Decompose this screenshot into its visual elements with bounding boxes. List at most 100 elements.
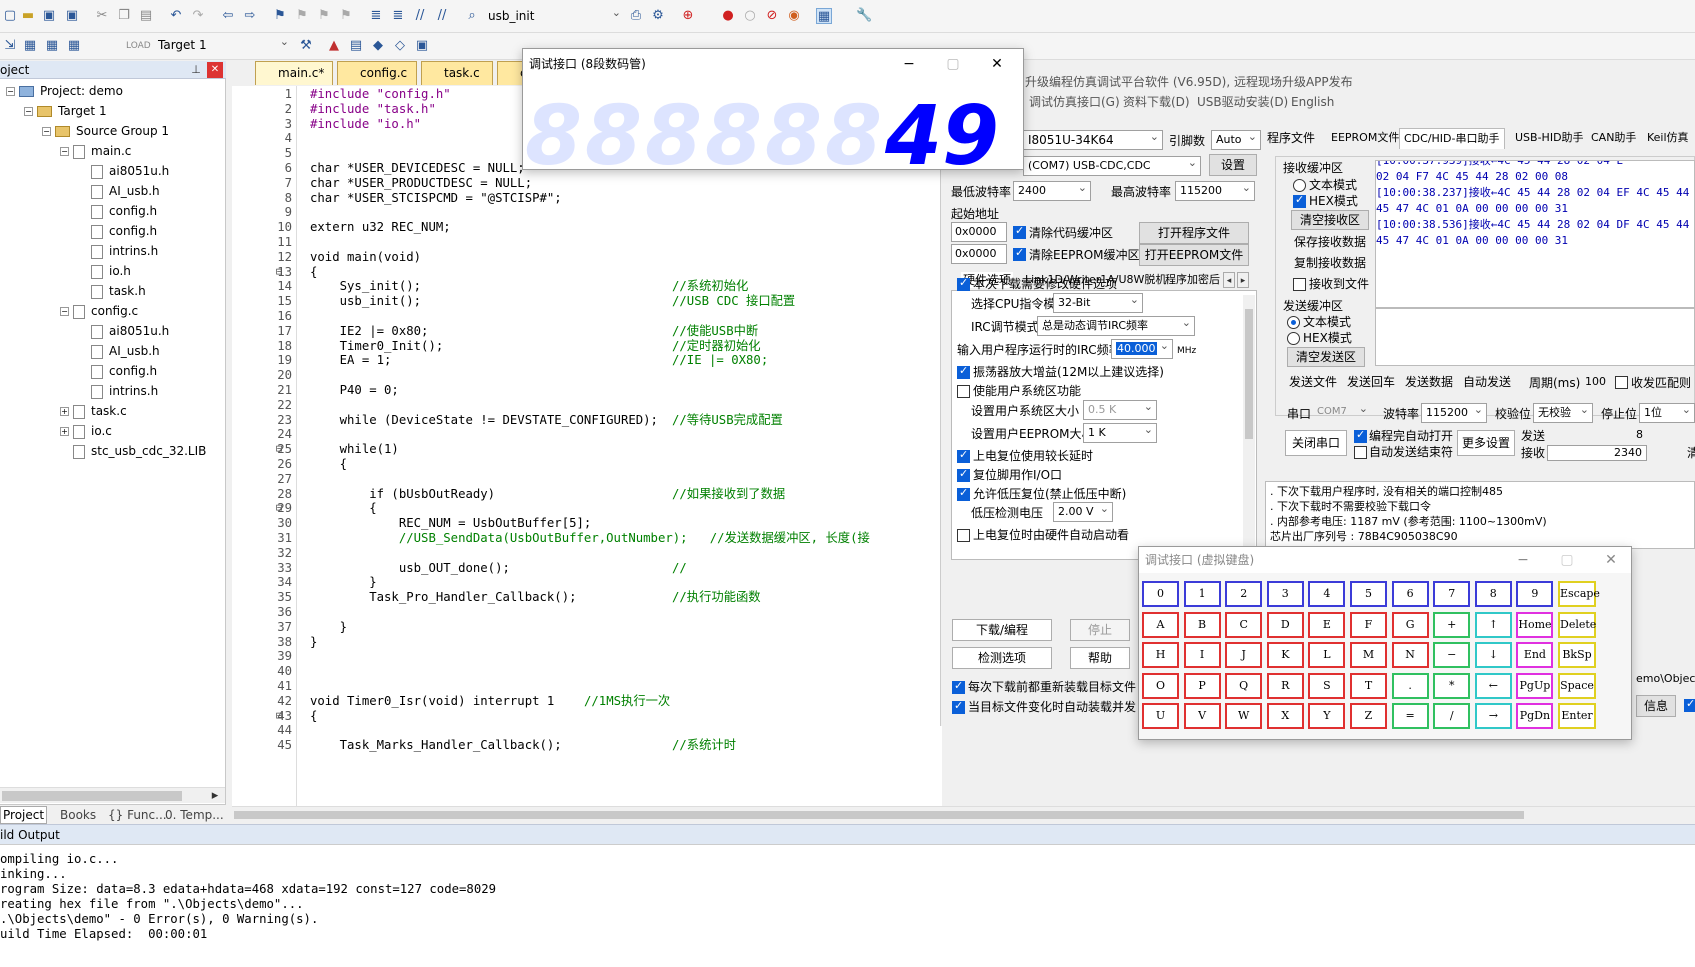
clear-eeprom-checkbox[interactable] [1013,246,1026,261]
copy-icon[interactable]: ❐ [116,8,132,24]
auto-send-button[interactable]: 自动发送 [1459,372,1515,394]
breakpoint-kill-icon[interactable]: ⊘ [764,8,780,24]
help-button[interactable]: 帮助 [1070,647,1130,669]
key-button[interactable]: 9 [1516,581,1554,607]
pin-combo[interactable]: Auto [1211,130,1261,150]
low-volt-reset-checkbox[interactable] [957,486,970,501]
key-button[interactable]: * [1433,672,1471,699]
key-button[interactable]: 7 [1433,581,1471,607]
target-options-icon[interactable]: ⚒ [298,38,314,54]
tree-item[interactable]: ai8051u.h [78,162,169,181]
addr-input-2[interactable]: 0x0000 [951,244,1007,264]
breakpoint-all-icon[interactable]: ◉ [786,8,802,24]
key-button[interactable]: Z [1350,703,1387,729]
tree-item[interactable]: + io.c [60,422,112,441]
new-file-icon[interactable]: ▢ [2,8,18,24]
key-button[interactable]: N [1391,642,1429,668]
redo-icon[interactable]: ↷ [190,8,206,24]
key-button[interactable]: = [1391,703,1429,729]
find-in-files-icon[interactable]: ⌕ [464,8,480,24]
key-button[interactable]: Q [1225,672,1263,699]
uncomment-icon[interactable]: // [434,8,450,24]
key-button[interactable]: 3 [1266,581,1304,607]
file-extensions-icon[interactable]: ▤ [348,38,364,54]
tree-item[interactable]: AI_usb.h [78,182,160,201]
kb-minimize-button[interactable]: − [1501,547,1545,573]
open-folder-icon[interactable]: ▬ [20,8,36,24]
configure-icon[interactable]: 🔧 [856,8,872,24]
key-button[interactable]: M [1350,642,1387,668]
tab-project[interactable]: Project [0,806,48,824]
hw-tab-encrypt[interactable]: 程序加密后 [1165,272,1220,288]
key-button[interactable]: End [1516,642,1554,668]
key-button[interactable]: X [1266,703,1304,729]
key-button[interactable]: − [1433,642,1471,668]
maximize-button[interactable]: ▢ [931,49,975,79]
fold-icon[interactable]: ⊟ [274,501,284,515]
port-select[interactable]: COM7 [1313,403,1371,423]
tab-scroll-right-icon[interactable]: ▸ [1237,272,1249,288]
tree-item[interactable]: stc_usb_cdc_32.LIB [60,442,206,461]
key-button[interactable]: → [1474,703,1512,729]
unindent-icon[interactable]: ≣ [390,8,406,24]
key-button[interactable]: H [1142,642,1179,668]
target-combo[interactable]: Target 1 [154,36,292,56]
key-button[interactable]: Space [1558,672,1596,699]
window-layout-icon[interactable]: ▦ [816,8,832,24]
key-button[interactable]: D [1266,611,1304,638]
assistant-tab[interactable]: CAN助手 [1591,130,1636,146]
key-button[interactable]: A [1142,611,1179,638]
download-program-button[interactable]: 下载/编程 [952,619,1052,641]
baud-select[interactable]: 115200 [1421,403,1487,423]
nav-forward-icon[interactable]: ⇨ [242,8,258,24]
auto-open-checkbox[interactable] [1354,428,1367,443]
find-icon[interactable]: ⎙ [628,8,644,24]
tree-item[interactable]: − Source Group 1 [42,122,169,141]
isp-menu-item[interactable]: USB驱动安装(D) [1197,94,1288,110]
stop-button[interactable]: 停止 [1070,619,1130,641]
indent-icon[interactable]: ≣ [368,8,384,24]
assistant-tab[interactable]: Keil仿真 [1647,130,1689,146]
tree-hscroll[interactable]: ▸ [0,787,225,803]
recv-text-radio[interactable] [1293,179,1306,192]
send-text-radio[interactable] [1287,316,1300,329]
key-button[interactable]: J [1225,642,1263,668]
key-button[interactable]: ↓ [1474,642,1512,668]
breakpoint-icon[interactable]: ● [720,8,736,24]
cut-icon[interactable]: ✂ [94,8,110,24]
kb-maximize-button[interactable]: ▢ [1545,547,1589,573]
key-button[interactable]: Delete [1558,611,1596,638]
tree-item[interactable]: − Target 1 [24,102,107,121]
open-eeprom-button[interactable]: 打开EEPROM文件 [1139,244,1249,266]
assistant-tab[interactable]: 程序文件 [1267,130,1315,146]
save-all-icon[interactable]: ▣ [64,8,80,24]
assistant-tab[interactable]: EEPROM文件 [1331,130,1399,146]
tree-item[interactable]: config.h [78,362,157,381]
max-baud-combo[interactable]: 115200 [1175,181,1255,201]
sys-area-size-select[interactable]: 0.5 K [1083,400,1157,420]
rte-icon[interactable]: ◆ [370,38,386,54]
tree-item[interactable]: AI_usb.h [78,342,160,361]
key-button[interactable]: R [1266,672,1304,699]
key-button[interactable]: 5 [1350,581,1387,607]
tree-item[interactable]: intrins.h [78,382,158,401]
key-button[interactable]: ← [1474,672,1512,699]
send-file-button[interactable]: 发送文件 [1285,372,1341,394]
info-button[interactable]: 信息 [1636,695,1676,717]
opt-modify-hw-checkbox[interactable] [957,276,970,291]
clear-recv-button[interactable]: 清空接收区 [1291,210,1369,230]
fold-icon[interactable]: ⊟ [274,709,284,723]
key-button[interactable]: V [1183,703,1221,729]
long-delay-checkbox[interactable] [957,448,970,463]
clear-send-button[interactable]: 清空发送区 [1287,347,1365,367]
eeprom-size-select[interactable]: 1 K [1083,423,1157,443]
key-button[interactable]: ↑ [1474,611,1512,638]
parity-select[interactable]: 无校验 [1533,403,1593,423]
key-button[interactable]: C [1225,611,1263,638]
send-return-button[interactable]: 发送回车 [1343,372,1399,394]
key-button[interactable]: Escape [1558,581,1600,607]
reset-io-checkbox[interactable] [957,467,970,482]
addr-input-1[interactable]: 0x0000 [951,222,1007,242]
expand-icon[interactable]: − [60,147,69,156]
cpu-mode-select[interactable]: 32-Bit [1053,293,1143,313]
